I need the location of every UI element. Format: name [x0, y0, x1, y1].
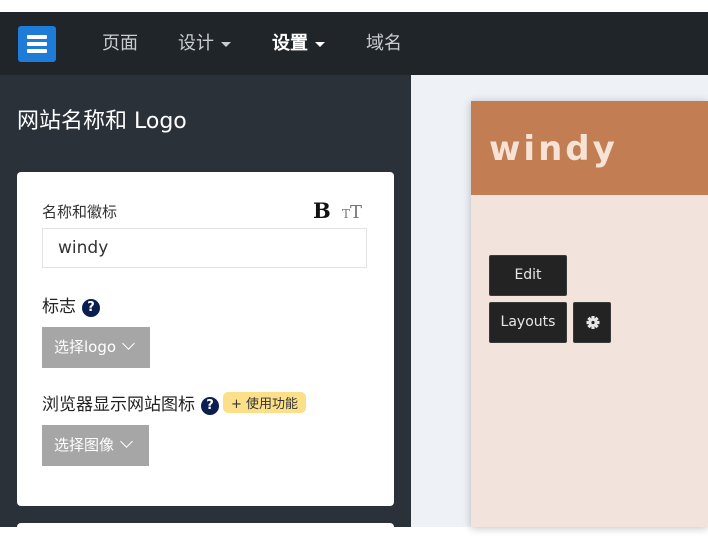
bold-icon[interactable]: B — [313, 198, 331, 223]
app-logo-icon[interactable] — [18, 26, 56, 62]
nav-pages[interactable]: 页面 — [102, 32, 138, 56]
favicon-label: 浏览器显示网站图标 — [42, 395, 195, 415]
nav-settings-label: 设置 — [272, 33, 308, 54]
site-name-input[interactable]: windy — [42, 228, 367, 268]
favicon-label-row: 浏览器显示网站图标? + 使用功能 — [42, 390, 307, 415]
choose-logo-label: 选择logo — [54, 338, 117, 356]
preview-canvas: windy Edit Layouts — [411, 75, 708, 527]
nav-settings[interactable]: 设置 — [272, 32, 325, 56]
choose-image-button[interactable]: 选择图像 — [42, 425, 149, 466]
site-name-logo-panel: 名称和徽标 B TT windy 标志? 选择logo 浏览器显示网站图标? + … — [17, 172, 394, 506]
nav-design-label: 设计 — [178, 33, 214, 54]
caret-down-icon — [221, 41, 231, 47]
nav-design[interactable]: 设计 — [178, 32, 231, 56]
chevron-down-icon — [120, 435, 133, 448]
help-icon[interactable]: ? — [82, 299, 100, 317]
choose-logo-button[interactable]: 选择logo — [42, 327, 150, 368]
logo-label-row: 标志? — [42, 292, 100, 317]
site-preview: windy Edit Layouts — [471, 101, 708, 527]
nav-domain-label: 域名 — [366, 33, 402, 54]
text-size-icon[interactable]: TT — [342, 202, 362, 223]
edit-button[interactable]: Edit — [489, 255, 567, 296]
caret-down-icon — [315, 41, 325, 47]
chevron-down-icon — [122, 337, 135, 350]
gear-icon — [586, 316, 600, 329]
top-strip — [0, 0, 708, 12]
sidebar-title: 网站名称和 Logo — [17, 109, 187, 134]
nav-domain[interactable]: 域名 — [366, 32, 402, 56]
top-navbar: 页面 设计 设置 域名 — [0, 12, 708, 75]
logo-label: 标志 — [42, 297, 76, 317]
layout-settings-button[interactable] — [573, 302, 611, 343]
use-feature-badge[interactable]: + 使用功能 — [223, 392, 307, 413]
nav-pages-label: 页面 — [102, 33, 138, 54]
site-title[interactable]: windy — [489, 129, 618, 169]
next-panel — [17, 523, 394, 543]
settings-sidebar: 网站名称和 Logo 名称和徽标 B TT windy 标志? 选择logo 浏… — [0, 75, 411, 543]
help-icon[interactable]: ? — [201, 397, 219, 415]
name-field-label: 名称和徽标 — [42, 203, 118, 221]
site-header[interactable]: windy — [471, 101, 708, 195]
choose-image-label: 选择图像 — [54, 436, 115, 454]
layouts-button[interactable]: Layouts — [489, 302, 567, 343]
